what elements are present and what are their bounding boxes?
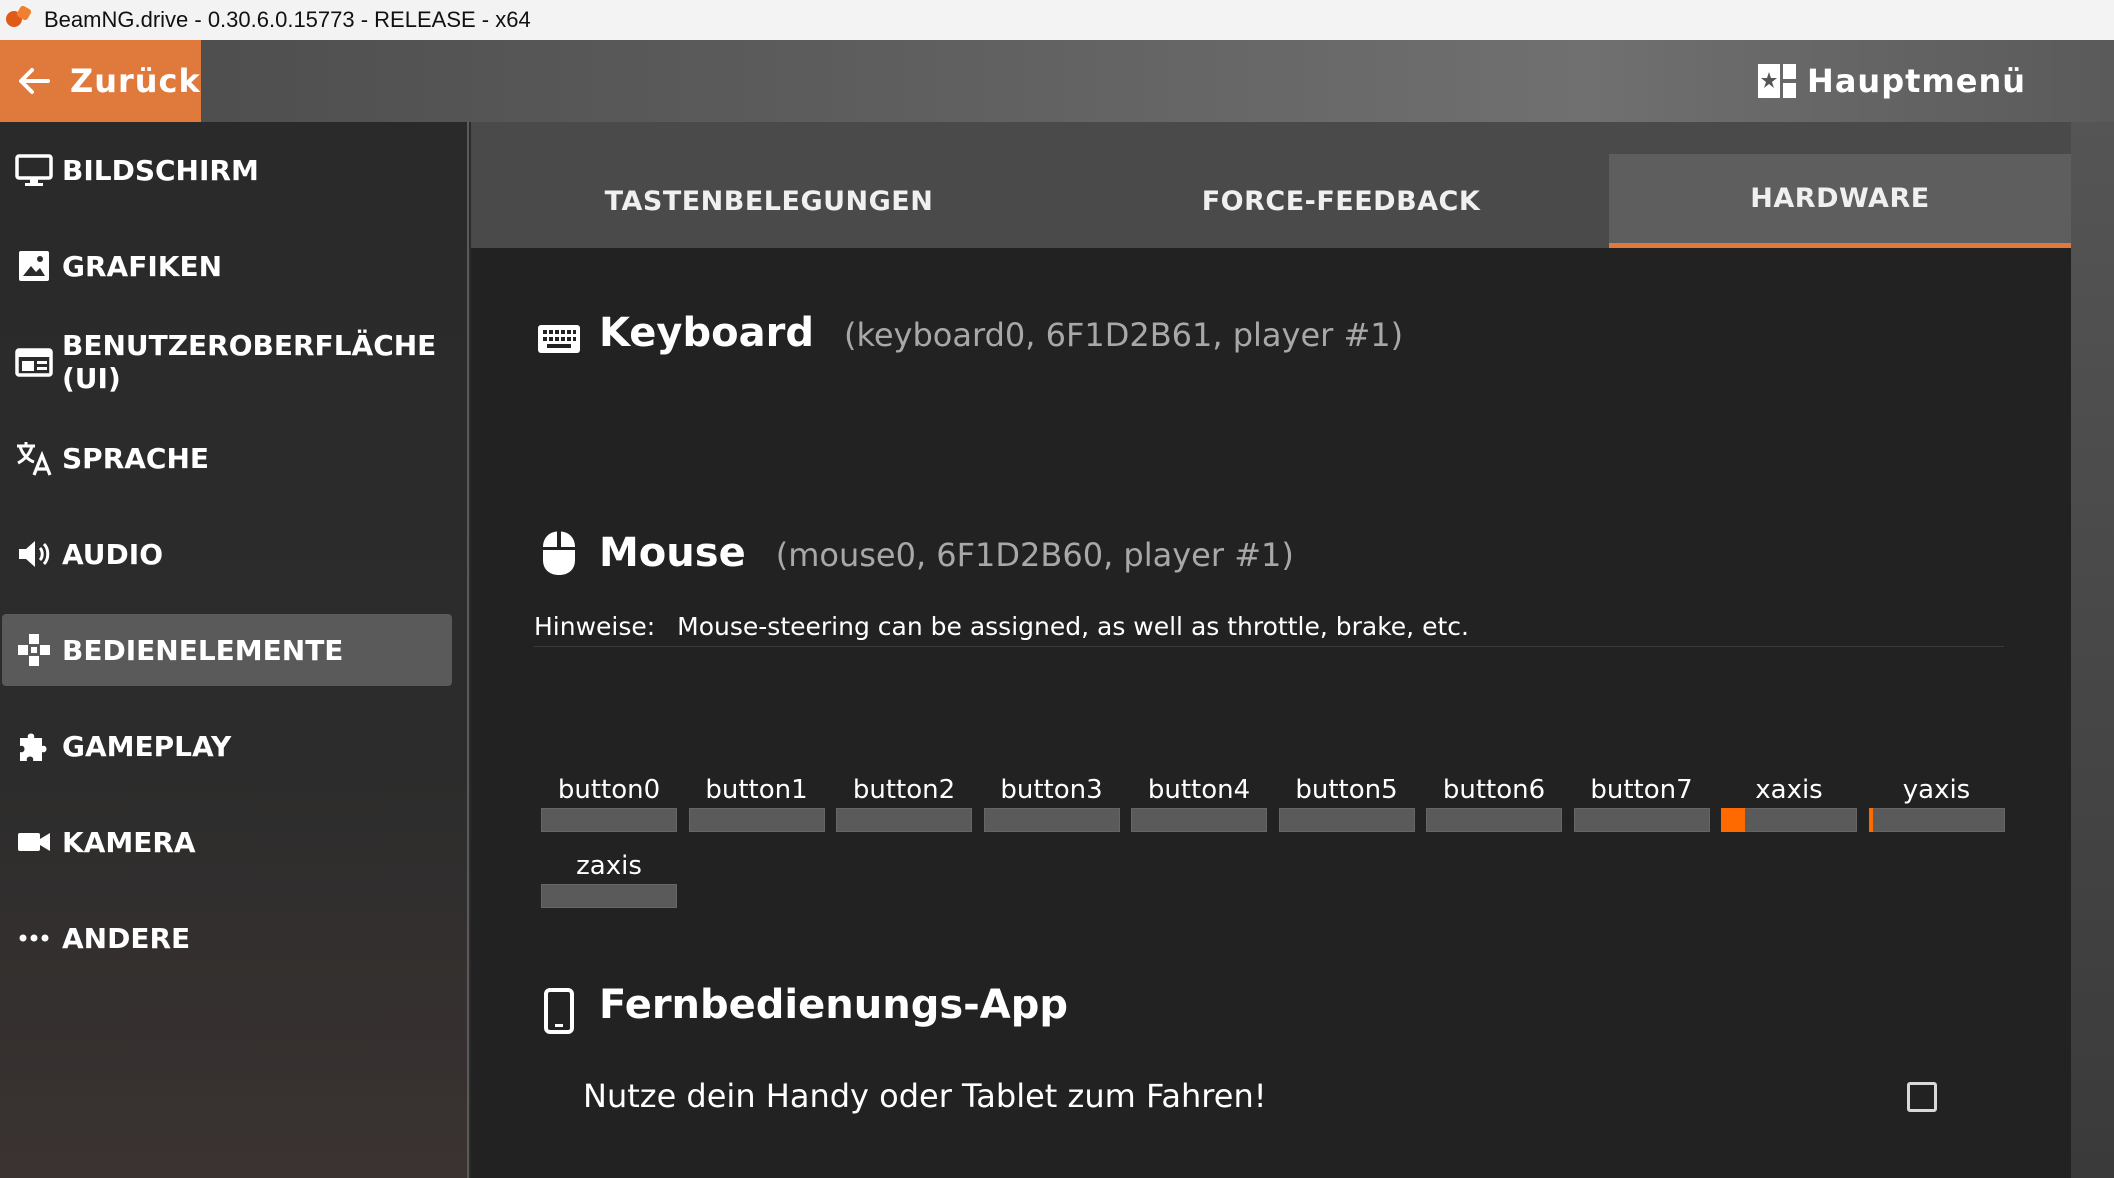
image-icon <box>19 251 49 281</box>
input-level-bar <box>1278 808 1415 832</box>
mouse-input-button6: button6 <box>1426 772 1562 832</box>
input-label: button1 <box>705 775 808 805</box>
sidebar-item-label: BEDIENELEMENTE <box>62 633 344 667</box>
window-titlebar: BeamNG.drive - 0.30.6.0.15773 - RELEASE … <box>0 0 2114 40</box>
input-level-bar <box>541 884 677 908</box>
top-bar: Zurück Hauptmenü <box>0 40 2114 122</box>
mouse-input-button1: button1 <box>688 772 825 832</box>
back-label: Zurück <box>70 62 201 100</box>
input-level-bar <box>688 808 825 832</box>
sidebar-item-sprache[interactable]: SPRACHE <box>2 422 452 494</box>
input-level-bar <box>1868 808 2005 832</box>
input-level-bar <box>836 808 972 832</box>
main-menu-button[interactable]: Hauptmenü <box>1757 40 2026 122</box>
input-label: button0 <box>557 775 661 805</box>
beamng-app-icon <box>4 5 34 35</box>
tab-force-feedback[interactable]: FORCE-FEEDBACK <box>1067 154 1615 248</box>
arrow-left-icon <box>19 68 50 94</box>
sidebar-item-ui[interactable]: BENUTZEROBERFLÄCHE (UI) <box>2 326 452 398</box>
main-menu-icon <box>1758 64 1797 98</box>
mouse-input-xaxis: xaxis <box>1721 772 1857 832</box>
mouse-info: (mouse0, 6F1D2B60, player #1) <box>775 536 1294 574</box>
sidebar-item-audio[interactable]: AUDIO <box>2 518 452 590</box>
smartphone-icon <box>544 988 574 1034</box>
input-level-bar <box>983 808 1120 832</box>
divider <box>534 646 2004 647</box>
keyboard-info: (keyboard0, 6F1D2B61, player #1) <box>843 316 1404 354</box>
input-level-bar <box>1426 808 1562 832</box>
mouse-input-button0: button0 <box>541 772 677 832</box>
hint-text: Mouse-steering can be assigned, as well … <box>677 612 1469 641</box>
sidebar-item-gameplay[interactable]: GAMEPLAY <box>2 710 452 782</box>
sidebar-item-label: KAMERA <box>62 825 196 859</box>
remote-app-device: Fernbedienungs-App <box>599 982 1068 1028</box>
settings-sidebar: BILDSCHIRM GRAFIKEN BENUTZEROBERFLÄCHE (… <box>0 122 469 1178</box>
input-label: zaxis <box>576 851 642 881</box>
input-level-fill <box>1868 808 1873 832</box>
mouse-hint: Hinweise: Mouse-steering can be assigned… <box>534 612 1469 641</box>
monitor-icon <box>15 154 53 186</box>
keyboard-device: Keyboard (keyboard0, 6F1D2B61, player #1… <box>599 310 1403 356</box>
input-label: button5 <box>1295 775 1398 805</box>
settings-content: TASTENBELEGUNGEN FORCE-FEEDBACK HARDWARE… <box>471 122 2071 1178</box>
remote-app-option-label: Nutze dein Handy oder Tablet zum Fahren! <box>583 1077 1267 1115</box>
sidebar-item-kamera[interactable]: KAMERA <box>2 806 452 878</box>
input-level-bar <box>1131 808 1267 832</box>
mouse-input-button5: button5 <box>1278 772 1415 832</box>
mouse-input-button7: button7 <box>1573 772 1710 832</box>
input-label: button4 <box>1147 775 1251 805</box>
mouse-icon <box>543 531 575 575</box>
input-label: button2 <box>852 775 956 805</box>
sidebar-item-label: AUDIO <box>62 537 164 571</box>
sidebar-item-label: BENUTZEROBERFLÄCHE (UI) <box>62 329 437 395</box>
tab-bar: TASTENBELEGUNGEN FORCE-FEEDBACK HARDWARE <box>471 122 2071 248</box>
camera-icon <box>18 833 50 851</box>
keyboard-icon <box>538 325 580 353</box>
input-level-bar <box>1573 808 1710 832</box>
input-label: yaxis <box>1902 775 1971 805</box>
window-title: BeamNG.drive - 0.30.6.0.15773 - RELEASE … <box>44 7 531 32</box>
sidebar-item-label: GRAFIKEN <box>62 249 223 283</box>
tab-label: TASTENBELEGUNGEN <box>604 185 934 217</box>
input-level-bar <box>1721 808 1857 832</box>
main-menu-label: Hauptmenü <box>1807 62 2026 100</box>
tab-tastenbelegungen[interactable]: TASTENBELEGUNGEN <box>471 154 1067 248</box>
tab-label: FORCE-FEEDBACK <box>1201 185 1481 217</box>
mouse-device: Mouse (mouse0, 6F1D2B60, player #1) <box>599 530 1294 576</box>
back-button[interactable]: Zurück <box>0 40 201 122</box>
ui-icon <box>15 348 53 377</box>
mouse-input-button2: button2 <box>836 772 972 832</box>
keyboard-title: Keyboard <box>599 310 814 356</box>
mouse-input-yaxis: yaxis <box>1868 772 2005 832</box>
mouse-input-button3: button3 <box>983 772 1120 832</box>
sidebar-item-label: BILDSCHIRM <box>62 153 259 187</box>
background-strip <box>2071 122 2114 1178</box>
sidebar-item-andere[interactable]: ANDERE <box>2 902 452 974</box>
speaker-icon <box>19 541 50 567</box>
input-label: button3 <box>1000 775 1103 805</box>
input-label: button7 <box>1590 775 1693 805</box>
remote-app-title: Fernbedienungs-App <box>599 982 1068 1028</box>
sidebar-item-bildschirm[interactable]: BILDSCHIRM <box>2 134 452 206</box>
sidebar-item-label: GAMEPLAY <box>62 729 232 763</box>
more-icon <box>19 934 49 942</box>
controls-icon <box>18 634 50 666</box>
sidebar-item-grafiken[interactable]: GRAFIKEN <box>2 230 452 302</box>
mouse-title: Mouse <box>599 530 746 576</box>
mouse-input-button4: button4 <box>1131 772 1267 832</box>
remote-app-checkbox[interactable] <box>1907 1082 1937 1112</box>
sidebar-item-label: ANDERE <box>62 921 191 955</box>
puzzle-icon <box>20 733 47 761</box>
sidebar-item-label: SPRACHE <box>62 441 210 475</box>
tab-label: HARDWARE <box>1750 183 1930 214</box>
input-label: button6 <box>1442 775 1546 805</box>
input-label: xaxis <box>1755 775 1823 805</box>
input-level-bar <box>541 808 677 832</box>
hint-label: Hinweise: <box>534 612 656 641</box>
translate-icon <box>17 442 52 476</box>
sidebar-item-bedienelemente[interactable]: BEDIENELEMENTE <box>2 614 452 686</box>
mouse-input-zaxis: zaxis <box>541 848 677 908</box>
tab-hardware[interactable]: HARDWARE <box>1609 154 2071 248</box>
input-level-fill <box>1721 808 1746 832</box>
